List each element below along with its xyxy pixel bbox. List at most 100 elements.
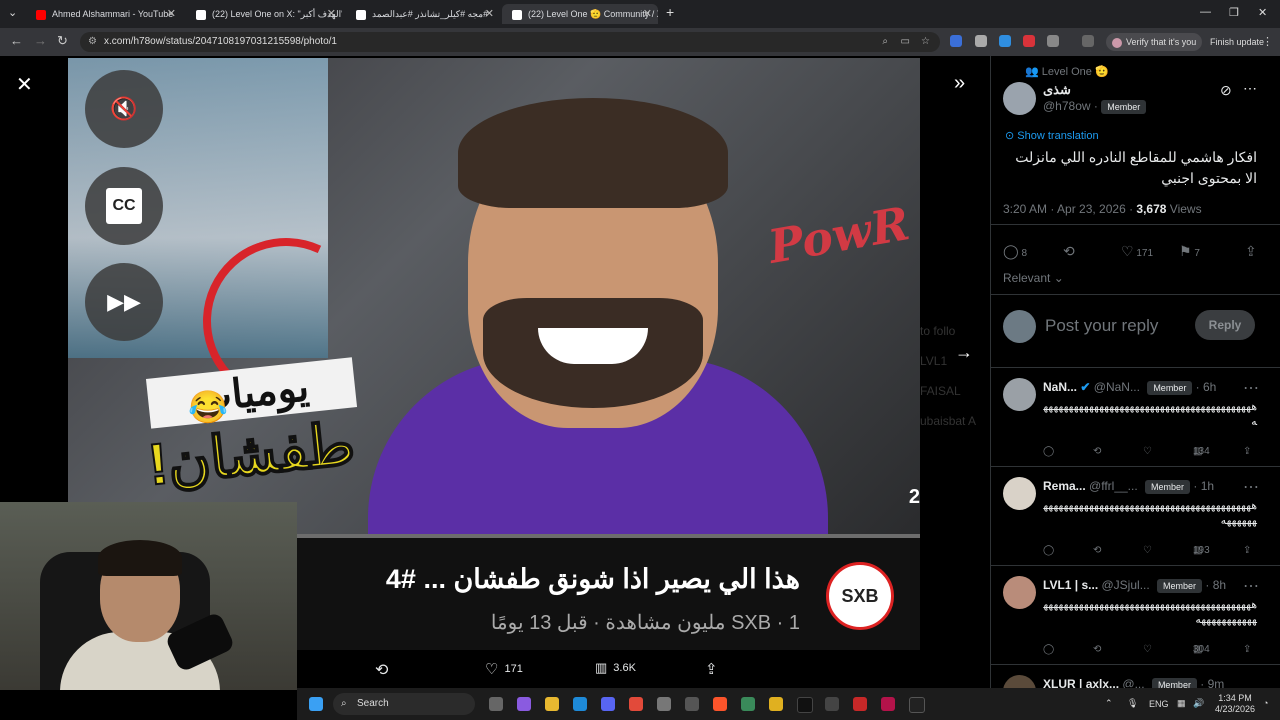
zoom-icon[interactable]: ⌕ xyxy=(882,32,888,52)
reply-author[interactable]: Rema... xyxy=(1043,479,1086,493)
close-tab-icon[interactable]: ✕ xyxy=(167,4,176,24)
language-indicator[interactable]: ENG xyxy=(1149,699,1169,709)
heart-icon[interactable]: ♡ xyxy=(1143,545,1152,556)
bookmark-star-icon[interactable]: ☆ xyxy=(921,32,930,52)
reply-item[interactable]: NaN... ✔ @NaN... Member · 6h ⋯ ههههههههه… xyxy=(991,367,1280,467)
show-translation-link[interactable]: ⊙ Show translation xyxy=(1005,129,1099,142)
app-icon[interactable] xyxy=(881,697,895,711)
discord-icon[interactable] xyxy=(601,697,615,711)
tab-community[interactable]: (22) Level One 🫡 Community / X ✕ xyxy=(502,4,658,24)
avatar[interactable] xyxy=(1003,675,1036,688)
tiktok-icon[interactable] xyxy=(797,697,813,713)
more-icon[interactable]: ⋯ xyxy=(1243,576,1259,596)
more-menu-icon[interactable]: ⋮ xyxy=(1262,35,1273,48)
file-explorer-icon[interactable] xyxy=(545,697,559,711)
captions-button[interactable]: CC xyxy=(85,167,163,245)
reply-author[interactable]: XLUR | axlx... xyxy=(1043,677,1119,688)
reply-icon[interactable]: ◯ xyxy=(1043,545,1054,556)
clock[interactable]: 1:34 PM 4/23/2026 xyxy=(1215,693,1255,715)
forward-icon[interactable]: → xyxy=(34,33,47,48)
network-icon[interactable]: ▦ xyxy=(1177,698,1186,709)
taskbar-search[interactable]: ⌕ Search xyxy=(333,693,475,715)
share-icon[interactable]: ⇪ xyxy=(1243,644,1251,655)
close-tab-icon[interactable]: ✕ xyxy=(485,4,494,24)
extension-icon[interactable] xyxy=(1023,35,1035,47)
app-icon[interactable] xyxy=(769,697,783,711)
repost-icon[interactable]: ⟲ xyxy=(1093,446,1101,457)
cast-icon[interactable]: ▭ xyxy=(901,32,910,52)
copilot-icon[interactable] xyxy=(517,697,531,711)
volume-icon[interactable]: 🔊 xyxy=(1193,698,1204,709)
minimize-icon[interactable]: — xyxy=(1200,6,1211,18)
share-icon[interactable]: ⇪ xyxy=(1243,545,1251,556)
avatar[interactable] xyxy=(1003,477,1036,510)
retweet-icon[interactable]: ⟲ xyxy=(375,660,388,680)
edge-icon[interactable] xyxy=(573,697,587,711)
share-icon[interactable]: ⇪ xyxy=(705,660,718,678)
close-tab-icon[interactable]: ✕ xyxy=(643,4,652,24)
grok-icon[interactable]: ⊘ xyxy=(1220,82,1232,99)
author-name[interactable]: شذى xyxy=(1043,82,1071,98)
tray-chevron-icon[interactable]: ⌃ xyxy=(1105,698,1113,709)
heart-icon[interactable]: ♡ xyxy=(1143,446,1152,457)
finish-update-button[interactable]: Finish update xyxy=(1204,33,1270,51)
reply-icon[interactable]: ◯ xyxy=(1043,446,1054,457)
capcut-icon[interactable] xyxy=(909,697,925,713)
back-icon[interactable]: ← xyxy=(10,33,23,48)
close-tab-icon[interactable]: ✕ xyxy=(327,4,336,24)
tab-tiktok[interactable]: مجه #كيلر_تشانذر #عبدالصمد# ✕ xyxy=(346,4,500,24)
tab-youtube[interactable]: Ahmed Alshammari - YouTube ✕ xyxy=(26,4,182,24)
fast-forward-button[interactable]: ▶▶ xyxy=(85,263,163,341)
app-icon[interactable] xyxy=(685,697,699,711)
post-image[interactable]: PowR يوميات طفشان! 😂 2 xyxy=(68,58,920,534)
close-window-icon[interactable]: ✕ xyxy=(1258,6,1267,19)
notification-icon[interactable]: ◔ xyxy=(1263,698,1268,708)
share-icon[interactable]: ⇪ xyxy=(1243,446,1251,457)
tab-search-icon[interactable]: ⌄ xyxy=(8,6,17,19)
heart-icon[interactable]: ♡ xyxy=(1143,644,1152,655)
extension-icon[interactable] xyxy=(950,35,962,47)
app-icon[interactable] xyxy=(741,697,755,711)
repost-icon[interactable]: ⟲ xyxy=(1093,644,1101,655)
extensions-puzzle-icon[interactable] xyxy=(1047,35,1059,47)
reply-author[interactable]: NaN... xyxy=(1043,380,1077,394)
repost-icon[interactable]: ⟲ xyxy=(1063,243,1075,260)
url-field[interactable]: ⚙ x.com/h78ow/status/2047108197031215598… xyxy=(80,32,940,52)
like-button[interactable]: ♡ 171 xyxy=(1121,243,1153,260)
reply-button[interactable]: Reply xyxy=(1195,310,1255,340)
sort-dropdown[interactable]: Relevant ⌄ xyxy=(1003,271,1064,285)
reply-item[interactable]: Rema... @ffrl__... Member · 1h ⋯ ههههههه… xyxy=(991,466,1280,566)
avatar[interactable] xyxy=(1003,576,1036,609)
author-avatar[interactable] xyxy=(1003,82,1036,115)
repost-icon[interactable]: ⟲ xyxy=(1093,545,1101,556)
close-viewer-icon[interactable]: ✕ xyxy=(16,72,33,97)
views-button[interactable]: ▥ 3.6K xyxy=(595,660,636,676)
reply-author[interactable]: LVL1 | s... xyxy=(1043,578,1098,592)
share-icon[interactable]: ⇪ xyxy=(1245,243,1257,260)
extension-icon[interactable] xyxy=(975,35,987,47)
app-icon[interactable] xyxy=(825,697,839,711)
bookmark-button[interactable]: ⚑ 7 xyxy=(1179,243,1200,260)
mute-button[interactable]: 🔇 xyxy=(85,70,163,148)
like-button[interactable]: ♡ 171 xyxy=(485,660,523,678)
site-info-icon[interactable]: ⚙ xyxy=(88,32,97,52)
chrome-icon[interactable] xyxy=(629,697,643,711)
author-handle[interactable]: @h78ow xyxy=(1043,99,1091,113)
reply-item[interactable]: LVL1 | s... @JSjul... Member · 8h ⋯ هههه… xyxy=(991,565,1280,665)
tab-level-one-x[interactable]: (22) Level One on X: "الهدف أكبر" ✕ xyxy=(186,4,342,24)
reading-list-icon[interactable] xyxy=(1082,35,1094,47)
reload-icon[interactable]: ↻ xyxy=(57,33,68,49)
reply-item[interactable]: XLUR | axlx... @... Member · 9m xyxy=(991,664,1280,688)
extension-icon[interactable] xyxy=(999,35,1011,47)
restore-icon[interactable]: ❐ xyxy=(1229,6,1239,19)
expand-panel-icon[interactable]: » xyxy=(954,72,965,95)
avatar[interactable] xyxy=(1003,378,1036,411)
app-icon[interactable] xyxy=(657,697,671,711)
task-view-icon[interactable] xyxy=(489,697,503,711)
community-label[interactable]: 👥 Level One 🫡 xyxy=(1025,65,1109,78)
mic-icon[interactable]: 🎙 xyxy=(1127,698,1138,709)
reply-button[interactable]: ◯ 8 xyxy=(1003,243,1027,260)
video-info-card[interactable]: هذا الي يصير اذا شونق طفشان ... #4 SXB ·… xyxy=(297,534,920,654)
channel-avatar[interactable]: SXB xyxy=(826,562,894,630)
more-icon[interactable]: ⋯ xyxy=(1243,477,1259,497)
